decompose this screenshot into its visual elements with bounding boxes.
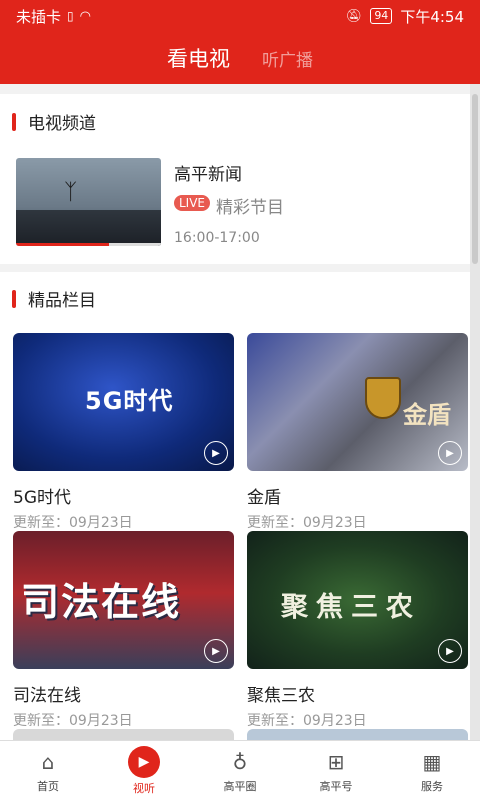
channel-name[interactable]: 高平新闻 [174,160,242,185]
card-image-text: 金盾 [403,401,451,429]
play-icon[interactable]: ▶ [438,441,462,465]
tab-watch-tv[interactable]: 看电视 [167,43,230,73]
bird-image: ᛉ [64,180,78,205]
nav-item-services[interactable]: ▦ 服务 [384,741,480,800]
card-title: 聚焦三农 [247,686,315,706]
nav-item-media[interactable]: ▶ 视听 [96,741,192,800]
program-card-jindun[interactable]: 金盾 ▶ 金盾 更新至：09月23日 [247,333,468,532]
nav-label: 服务 [421,779,443,793]
nav-label: 高平圈 [223,779,257,793]
card-image: 司法在线 ▶ [13,531,234,669]
program-card-sifa[interactable]: 司法在线 ▶ 司法在线 更新至：09月23日 [13,531,234,730]
card-image: 金盾 ▶ [247,333,468,471]
card-updated: 更新至：09月23日 [13,713,133,729]
bottom-nav: ⌂ 首页 ▶ 视听 ♁ 高平圈 ⊞ 高平号 ▦ 服务 [0,740,480,800]
nav-item-account[interactable]: ⊞ 高平号 [288,741,384,800]
tv-icon: ▶ [128,745,160,778]
program-card-5g[interactable]: 5G时代 ▶ 5G时代 更新至：09月23日 [13,333,234,532]
planet-icon: ♁ [232,749,248,774]
play-icon[interactable]: ▶ [438,639,462,663]
bookmark-plus-icon: ⊞ [327,749,345,774]
nav-label: 首页 [37,779,59,793]
tv-section-title-text: 电视频道 [28,114,96,134]
card-image: 聚焦三农 ▶ [247,531,468,669]
tv-section-title: 电视频道 [12,109,96,134]
card-image: 5G时代 ▶ [13,333,234,471]
card-title: 司法在线 [13,686,81,706]
card-updated: 更新至：09月23日 [247,515,367,531]
live-progress-fill [16,243,109,246]
mute-icon: 🔕︎ [345,8,363,24]
clock: 下午4:54 [400,7,464,26]
card-image-text: 司法在线 [21,580,182,624]
sim-icon: ▯ [67,9,74,23]
featured-section-title-text: 精品栏目 [28,291,96,311]
nav-label: 高平号 [319,779,353,793]
title-accent-bar [12,112,16,131]
card-updated: 更新至：09月23日 [247,713,367,729]
title-accent-bar [12,289,16,308]
scrollbar-thumb[interactable] [472,94,478,264]
scrollbar[interactable] [470,84,480,740]
nav-item-circle[interactable]: ♁ 高平圈 [192,741,288,800]
next-card-peek [247,729,468,740]
wifi-icon: ◠ [79,8,91,24]
top-tabs: 看电视 听广播 [0,32,480,84]
card-image-text: 5G时代 [85,387,174,415]
live-badge: LIVE [174,195,211,211]
card-title: 金盾 [247,488,281,508]
card-updated: 更新至：09月23日 [13,515,133,531]
tab-listen-radio[interactable]: 听广播 [262,46,313,71]
featured-section-title: 精品栏目 [12,286,96,311]
program-card-sannong[interactable]: 聚焦三农 ▶ 聚焦三农 更新至：09月23日 [247,531,468,730]
carrier-text: 未插卡 [16,7,62,26]
play-icon[interactable]: ▶ [204,639,228,663]
thumbnail-sea [16,210,161,246]
battery-icon: 94 [370,8,393,24]
live-progress-bar [16,243,161,246]
program-name: 精彩节目 [216,198,284,218]
grid-icon: ▦ [422,749,442,774]
status-bar: 未插卡 ▯ ◠ 🔕︎ 94 下午4:54 [0,0,480,32]
card-title: 5G时代 [13,488,71,508]
program-time: 16:00-17:00 [174,230,260,246]
nav-item-home[interactable]: ⌂ 首页 [0,741,96,800]
play-icon[interactable]: ▶ [204,441,228,465]
next-card-peek [13,729,234,740]
nav-label: 视听 [133,781,155,795]
channel-thumbnail[interactable]: ᛉ [16,158,161,246]
card-image-text: 聚焦三农 [281,592,421,623]
shield-emblem-icon [365,377,401,419]
home-icon: ⌂ [41,749,55,774]
